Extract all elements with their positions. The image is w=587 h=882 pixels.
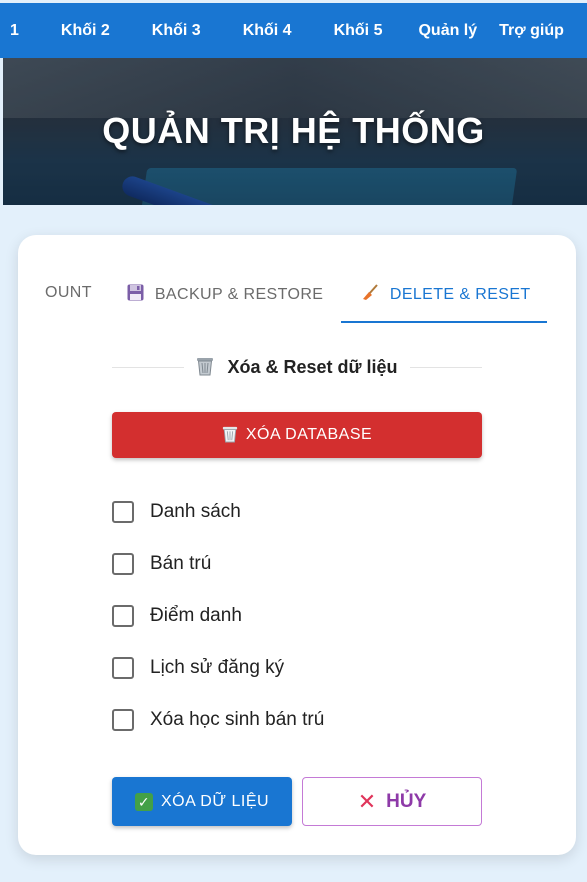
admin-card: OUNT BACKUP & RESTORE DELETE & RESET Xóa… [18, 235, 576, 855]
floppy-disk-icon [127, 284, 149, 303]
checkbox-danh-sach[interactable]: Danh sách [112, 500, 241, 524]
cancel-button[interactable]: ✕ HỦY [302, 777, 482, 826]
tab-backup-restore[interactable]: BACKUP & RESTORE [127, 284, 323, 304]
tab-label: BACKUP & RESTORE [154, 286, 324, 303]
checkbox-input[interactable] [112, 657, 134, 679]
checkbox-label: Xóa học sinh bán trú [150, 709, 325, 730]
page-title: QUẢN TRỊ HỆ THỐNG [102, 110, 485, 151]
nav-item-tro-giup[interactable]: Trợ giúp [499, 22, 564, 40]
tab-bar: OUNT BACKUP & RESTORE DELETE & RESET [18, 235, 576, 325]
delete-data-button[interactable]: ✓ XÓA DỮ LIỆU [112, 777, 292, 826]
nav-item-khoi-1[interactable]: 1 [10, 22, 19, 40]
checkbox-xoa-hoc-sinh-ban-tru[interactable]: Xóa học sinh bán trú [112, 708, 324, 732]
cancel-label: HỦY [386, 790, 427, 812]
broom-icon [362, 284, 384, 303]
section-title: Xóa & Reset dữ liệu [227, 357, 398, 377]
divider [112, 366, 185, 368]
tab-label: OUNT [45, 284, 92, 301]
nav-item-khoi-2[interactable]: Khối 2 [61, 22, 110, 40]
checkbox-input[interactable] [112, 605, 134, 627]
nav-item-khoi-3[interactable]: Khối 3 [152, 22, 201, 40]
checkbox-input[interactable] [112, 553, 134, 575]
nav-item-quan-ly[interactable]: Quản lý [418, 22, 477, 40]
checkbox-diem-danh[interactable]: Điểm danh [112, 604, 242, 628]
cross-icon: ✕ [357, 788, 377, 814]
checkbox-input[interactable] [112, 709, 134, 731]
section-heading: Xóa & Reset dữ liệu [112, 355, 482, 379]
checkbox-label: Lịch sử đăng ký [150, 657, 285, 678]
checkbox-input[interactable] [112, 501, 134, 523]
active-tab-indicator [341, 321, 547, 323]
delete-data-label: XÓA DỮ LIỆU [160, 792, 270, 810]
nav-item-khoi-4[interactable]: Khối 4 [243, 22, 292, 40]
wastebasket-icon [222, 425, 238, 445]
tab-label: DELETE & RESET [389, 286, 531, 303]
delete-database-button[interactable]: XÓA DATABASE [112, 412, 482, 458]
wastebasket-icon [196, 357, 219, 377]
check-mark-icon: ✓ [134, 792, 153, 811]
delete-database-label: XÓA DATABASE [245, 426, 373, 443]
tab-account[interactable]: OUNT [45, 284, 92, 302]
checkbox-label: Danh sách [150, 501, 241, 522]
checkbox-ban-tru[interactable]: Bán trú [112, 552, 211, 576]
checkbox-lich-su-dang-ky[interactable]: Lịch sử đăng ký [112, 656, 284, 680]
divider [409, 366, 482, 368]
tab-delete-reset[interactable]: DELETE & RESET [362, 284, 531, 304]
nav-item-khoi-5[interactable]: Khối 5 [334, 22, 383, 40]
section-heading-text: Xóa & Reset dữ liệu [184, 356, 409, 378]
top-navigation: 1 Khối 2 Khối 3 Khối 4 Khối 5 Quản lý Tr… [0, 3, 587, 58]
checkbox-label: Bán trú [150, 553, 212, 574]
checkbox-label: Điểm danh [150, 605, 242, 626]
